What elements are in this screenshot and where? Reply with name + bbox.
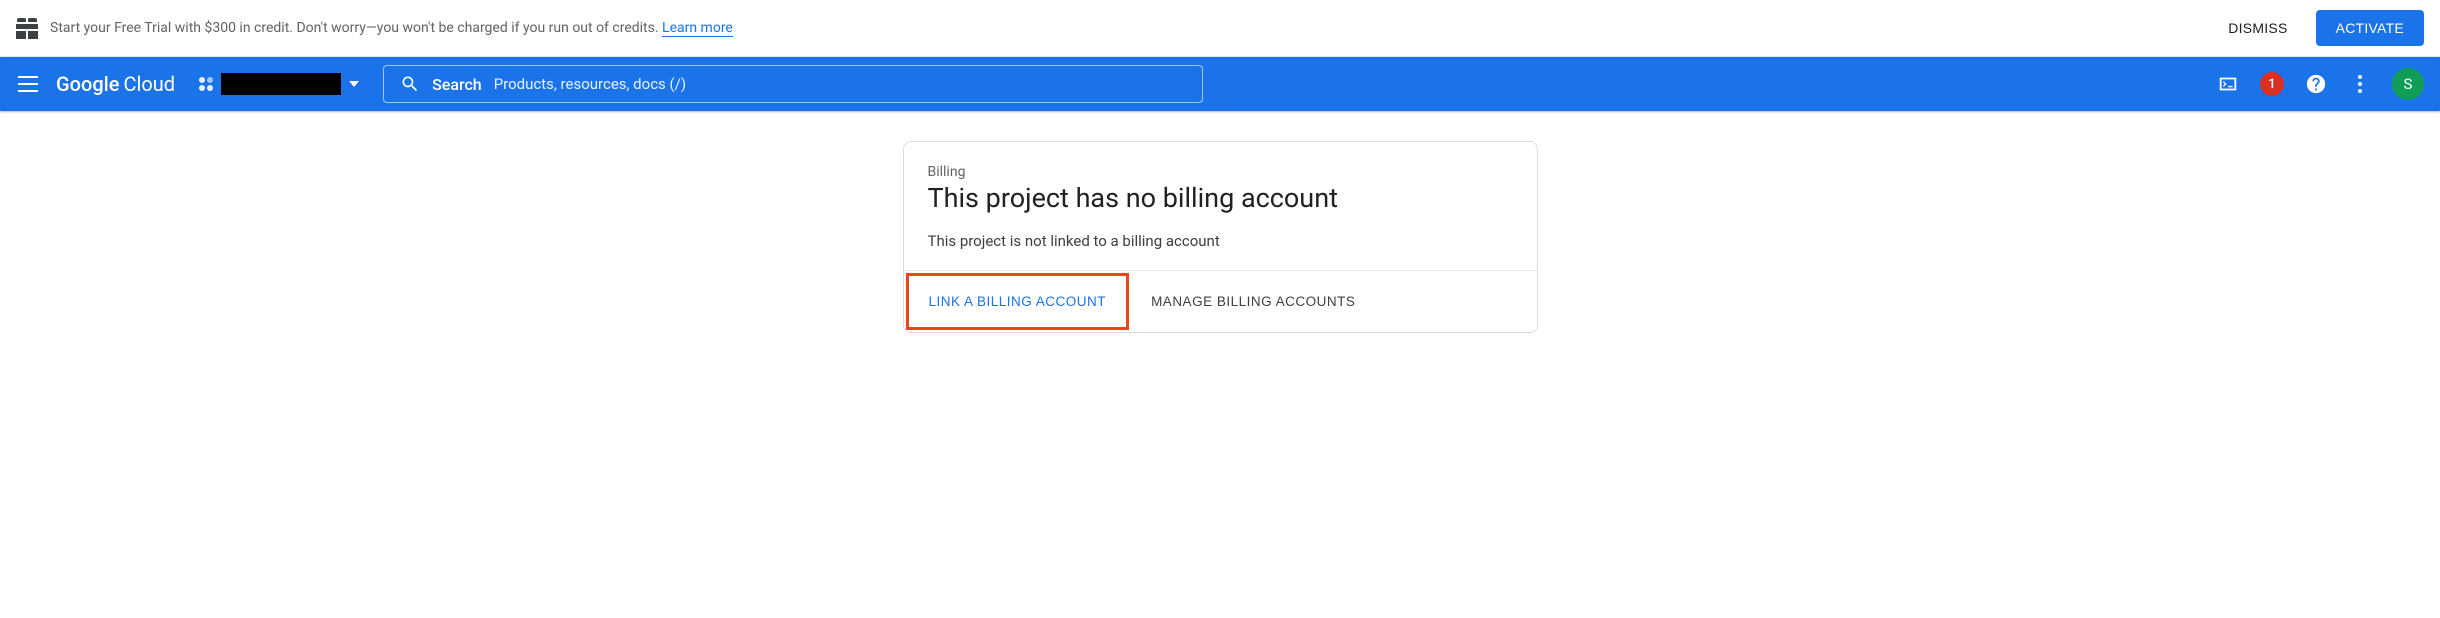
help-icon[interactable]: [2304, 72, 2328, 96]
highlighted-action-outline: LINK A BILLING ACCOUNT: [906, 273, 1130, 330]
account-avatar[interactable]: S: [2392, 68, 2424, 100]
gift-icon: [16, 17, 38, 39]
header-actions: 1 S: [2216, 68, 2424, 100]
project-picker-icon: [199, 77, 213, 91]
learn-more-link[interactable]: Learn more: [662, 20, 733, 37]
search-placeholder: Products, resources, docs (/): [494, 75, 686, 93]
search-label: Search: [432, 75, 482, 94]
dismiss-button[interactable]: DISMISS: [2212, 12, 2303, 44]
link-billing-button[interactable]: LINK A BILLING ACCOUNT: [909, 276, 1127, 327]
card-actions: LINK A BILLING ACCOUNT MANAGE BILLING AC…: [904, 270, 1537, 332]
top-header: Google Cloud Search Products, resources,…: [0, 57, 2440, 111]
banner-message: Start your Free Trial with $300 in credi…: [50, 20, 662, 36]
notifications-badge[interactable]: 1: [2260, 72, 2284, 96]
chevron-down-icon: [349, 81, 359, 87]
main-content: Billing This project has no billing acco…: [0, 111, 2440, 333]
hamburger-menu-icon[interactable]: [16, 72, 40, 96]
manage-billing-button[interactable]: MANAGE BILLING ACCOUNTS: [1131, 276, 1375, 327]
cloud-shell-icon[interactable]: [2216, 72, 2240, 96]
card-eyebrow: Billing: [928, 164, 1513, 180]
card-title: This project has no billing account: [928, 182, 1513, 214]
activate-button[interactable]: ACTIVATE: [2316, 10, 2424, 46]
project-name-redacted: [221, 73, 341, 95]
billing-card: Billing This project has no billing acco…: [903, 141, 1538, 333]
banner-text: Start your Free Trial with $300 in credi…: [50, 20, 2200, 36]
free-trial-banner: Start your Free Trial with $300 in credi…: [0, 0, 2440, 57]
logo-bold: Google: [56, 72, 119, 96]
search-icon: [400, 74, 420, 94]
search-input[interactable]: Search Products, resources, docs (/): [383, 65, 1203, 103]
billing-card-body: Billing This project has no billing acco…: [904, 142, 1537, 270]
gcp-logo[interactable]: Google Cloud: [56, 72, 175, 96]
search-container: Search Products, resources, docs (/): [383, 65, 1203, 103]
logo-light: Cloud: [123, 72, 175, 96]
more-options-icon[interactable]: [2348, 72, 2372, 96]
card-description: This project is not linked to a billing …: [928, 232, 1513, 250]
project-picker[interactable]: [191, 69, 367, 99]
